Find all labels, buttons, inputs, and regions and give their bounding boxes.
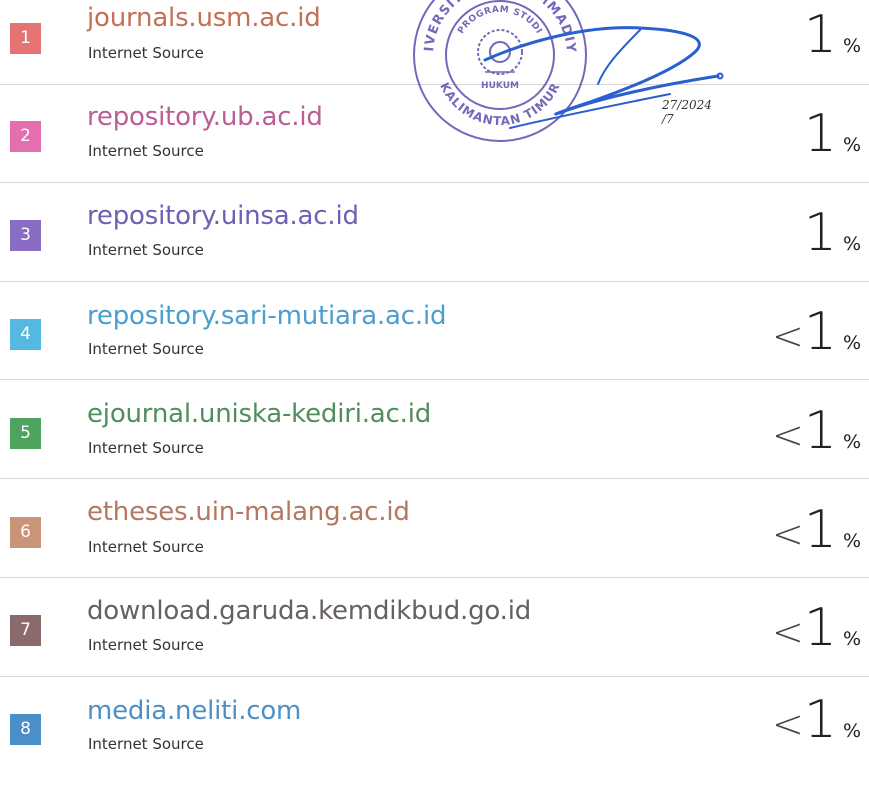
percentage-value: 1 — [803, 104, 837, 164]
percentage-value: 1 — [803, 401, 837, 461]
percent-sign: % — [842, 332, 861, 354]
source-name[interactable]: repository.sari-mutiara.ac.id — [87, 301, 446, 331]
less-than-sign: < — [772, 512, 804, 556]
source-type: Internet Source — [88, 340, 204, 358]
source-name[interactable]: media.neliti.com — [87, 696, 301, 726]
source-percentage: 1% — [804, 203, 861, 263]
source-name[interactable]: repository.ub.ac.id — [87, 102, 323, 132]
source-type: Internet Source — [88, 142, 204, 160]
row-divider — [0, 478, 869, 479]
source-index-badge: 4 — [10, 319, 41, 350]
handwritten-date-line1: 27/2024 — [662, 98, 712, 112]
source-percentage: <1% — [772, 401, 861, 461]
percentage-value: 1 — [803, 203, 837, 263]
less-than-sign: < — [772, 413, 804, 457]
source-index-badge: 2 — [10, 121, 41, 152]
row-divider — [0, 281, 869, 282]
source-name[interactable]: repository.uinsa.ac.id — [87, 201, 359, 231]
source-percentage: <1% — [772, 690, 861, 750]
source-type: Internet Source — [88, 538, 204, 556]
less-than-sign: < — [772, 314, 804, 358]
source-percentage: <1% — [772, 500, 861, 560]
source-percentage: <1% — [772, 302, 861, 362]
row-divider — [0, 676, 869, 677]
percent-sign: % — [842, 35, 861, 57]
percent-sign: % — [842, 530, 861, 552]
source-index-badge: 6 — [10, 517, 41, 548]
percentage-value: 1 — [803, 500, 837, 560]
source-name[interactable]: download.garuda.kemdikbud.go.id — [87, 596, 531, 626]
percentage-value: 1 — [803, 302, 837, 362]
source-type: Internet Source — [88, 735, 204, 753]
less-than-sign: < — [772, 610, 804, 654]
source-type: Internet Source — [88, 636, 204, 654]
source-percentage: 1% — [804, 104, 861, 164]
percent-sign: % — [842, 628, 861, 650]
percentage-value: 1 — [803, 690, 837, 750]
source-type: Internet Source — [88, 44, 204, 62]
source-name[interactable]: journals.usm.ac.id — [87, 3, 321, 33]
source-name[interactable]: ejournal.uniska-kediri.ac.id — [87, 399, 431, 429]
percent-sign: % — [842, 134, 861, 156]
source-row-8: 8 media.neliti.com Internet Source <1% — [0, 690, 869, 788]
source-index-badge: 5 — [10, 418, 41, 449]
source-name[interactable]: etheses.uin-malang.ac.id — [87, 497, 410, 527]
handwritten-date: 27/2024 /7 — [662, 98, 712, 126]
source-row-7: 7 download.garuda.kemdikbud.go.id Intern… — [0, 591, 869, 689]
percent-sign: % — [842, 431, 861, 453]
source-index-badge: 8 — [10, 714, 41, 745]
source-type: Internet Source — [88, 241, 204, 259]
row-divider — [0, 379, 869, 380]
source-index-badge: 7 — [10, 615, 41, 646]
percentage-value: 1 — [803, 598, 837, 658]
row-divider — [0, 577, 869, 578]
source-percentage: 1% — [804, 5, 861, 65]
row-divider — [0, 182, 869, 183]
source-index-badge: 1 — [10, 23, 41, 54]
less-than-sign: < — [772, 702, 804, 746]
handwritten-signature — [483, 26, 724, 129]
percent-sign: % — [842, 720, 861, 742]
source-type: Internet Source — [88, 439, 204, 457]
source-index-badge: 3 — [10, 220, 41, 251]
percent-sign: % — [842, 233, 861, 255]
percentage-value: 1 — [803, 5, 837, 65]
source-percentage: <1% — [772, 598, 861, 658]
handwritten-date-line2: /7 — [662, 112, 674, 126]
